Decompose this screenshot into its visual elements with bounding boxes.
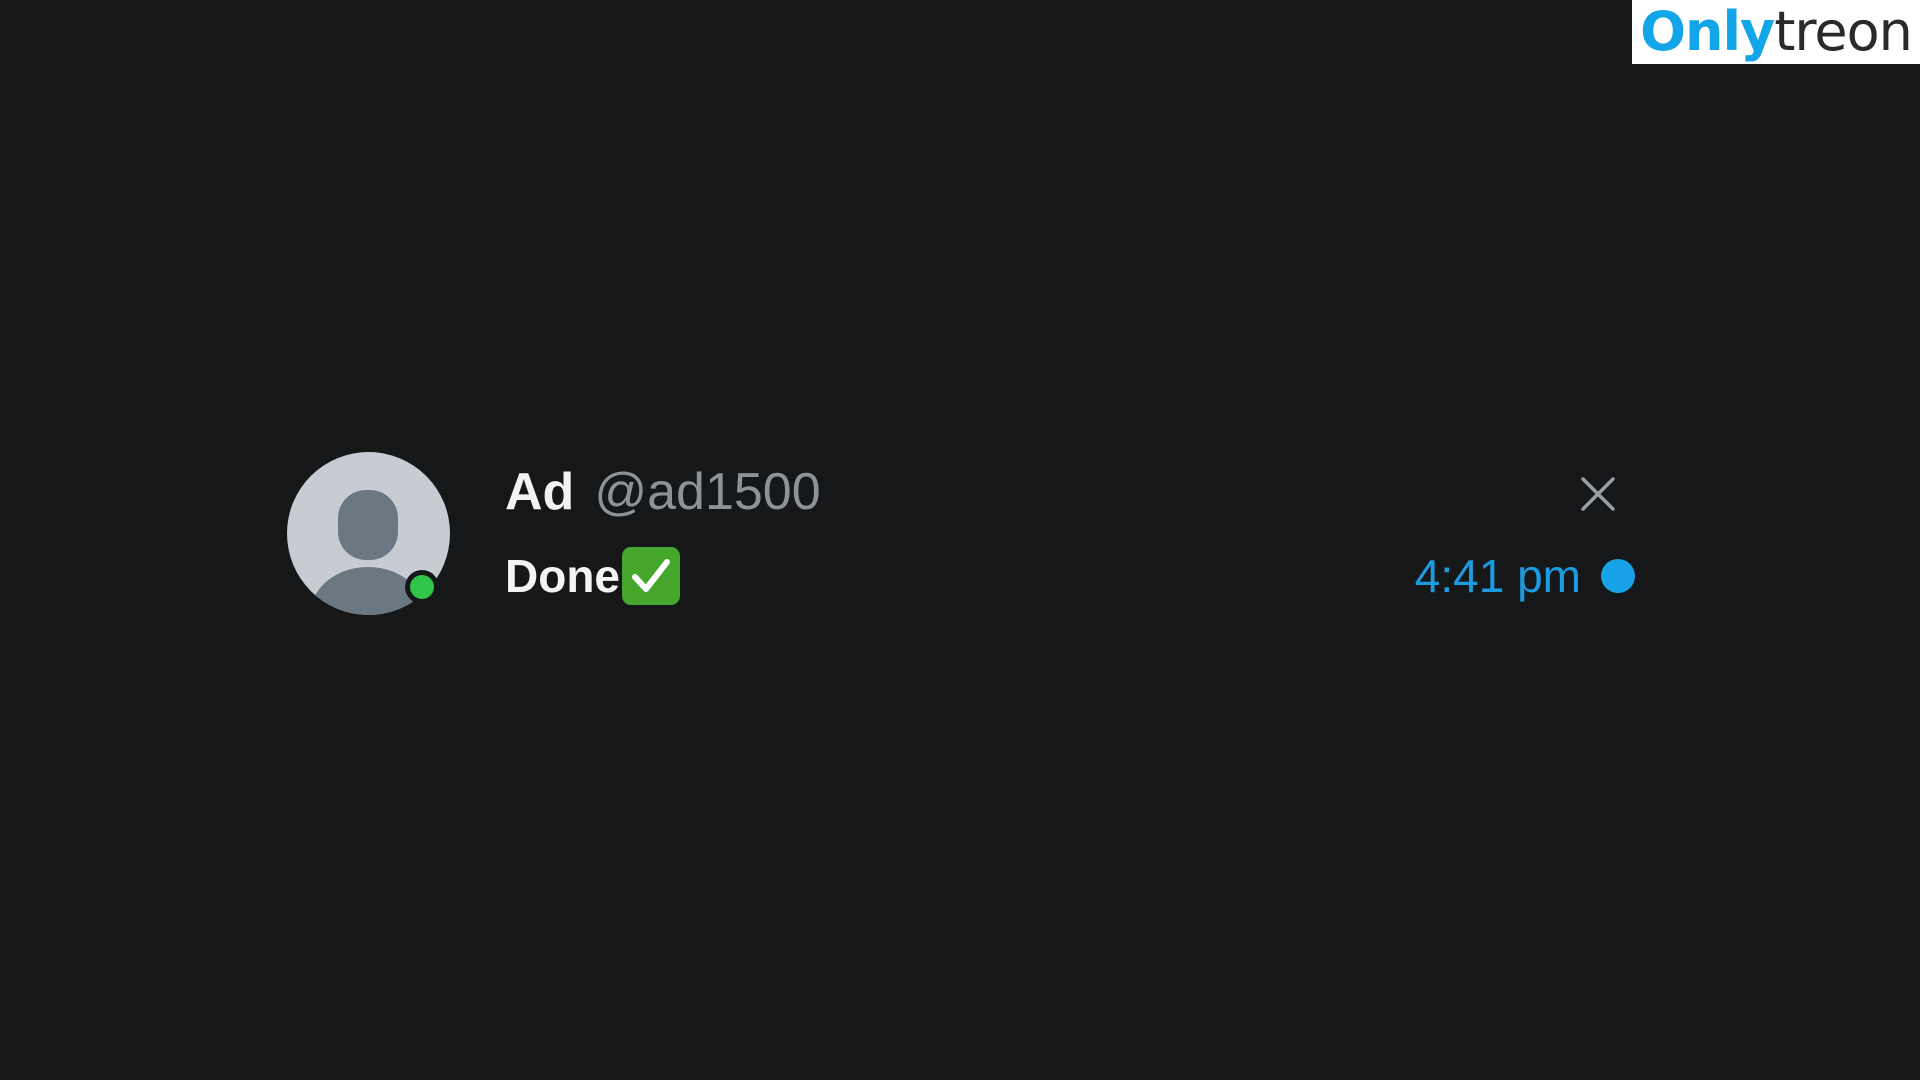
unread-dot-icon (1601, 559, 1635, 593)
message-preview: Done (505, 545, 680, 607)
check-mark-button-icon (622, 547, 680, 605)
close-button[interactable] (1578, 476, 1618, 516)
message-text: Done (505, 550, 620, 602)
sender-handle: @ad1500 (594, 463, 821, 521)
avatar[interactable] (287, 452, 450, 615)
timestamp: 4:41 pm (1414, 550, 1581, 602)
sender-name: Ad (505, 463, 575, 521)
time-and-status: 4:41 pm (1400, 545, 1635, 607)
screen: Only treon Ad @ad1500 Done 4:41 pm (0, 0, 1920, 1080)
notification-row: Ad @ad1500 Done 4:41 pm (0, 0, 1920, 1080)
online-dot-icon (405, 570, 439, 604)
close-icon (1580, 476, 1616, 517)
sender-line: Ad @ad1500 (505, 462, 821, 524)
